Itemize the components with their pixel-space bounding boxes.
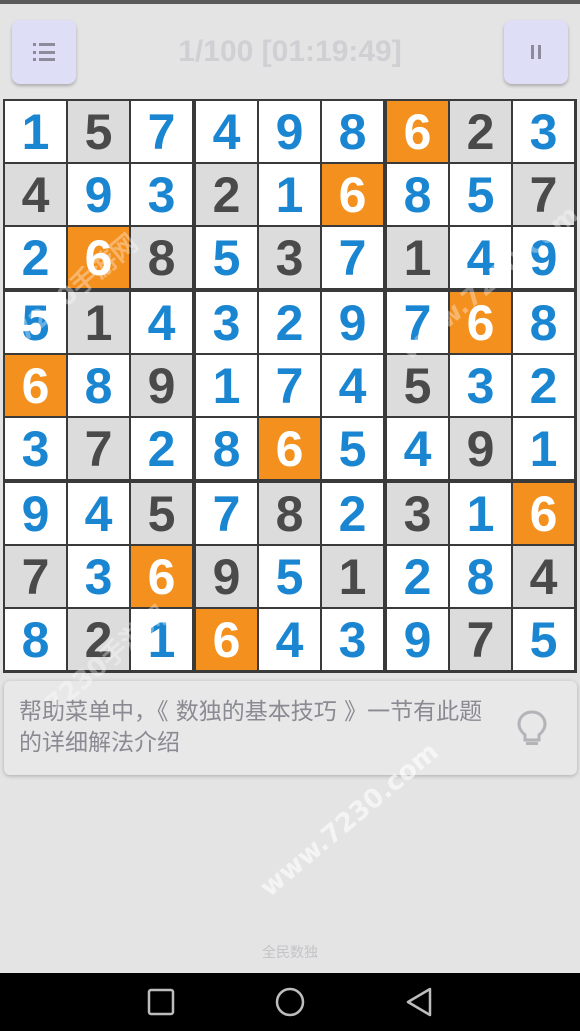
sudoku-cell[interactable]: 1	[322, 546, 383, 607]
sudoku-cell[interactable]: 3	[259, 227, 320, 288]
sudoku-cell[interactable]: 5	[450, 164, 511, 225]
sudoku-cell[interactable]: 2	[387, 546, 448, 607]
sudoku-cell[interactable]: 1	[387, 227, 448, 288]
sudoku-cell[interactable]: 9	[450, 418, 511, 479]
sudoku-cell[interactable]: 6	[322, 164, 383, 225]
sudoku-cell[interactable]: 6	[5, 355, 66, 416]
sudoku-cell[interactable]: 8	[259, 483, 320, 544]
sudoku-cell[interactable]: 7	[387, 292, 448, 353]
sudoku-cell[interactable]: 1	[68, 292, 129, 353]
sudoku-cell[interactable]: 8	[68, 355, 129, 416]
sudoku-cell[interactable]: 8	[387, 164, 448, 225]
sudoku-cell[interactable]: 8	[513, 292, 574, 353]
sudoku-cell[interactable]: 1	[196, 355, 257, 416]
sudoku-cell[interactable]: 7	[259, 355, 320, 416]
square-icon[interactable]	[141, 982, 181, 1022]
sudoku-cell[interactable]: 3	[131, 164, 192, 225]
circle-icon[interactable]	[270, 982, 310, 1022]
sudoku-cell[interactable]: 9	[68, 164, 129, 225]
sudoku-cell[interactable]: 2	[450, 101, 511, 162]
sudoku-cell[interactable]: 7	[196, 483, 257, 544]
sudoku-cell[interactable]: 4	[513, 546, 574, 607]
sudoku-cell[interactable]: 1	[450, 483, 511, 544]
android-nav-bar	[0, 973, 580, 1031]
sudoku-cell[interactable]: 4	[387, 418, 448, 479]
sudoku-cell[interactable]: 2	[259, 292, 320, 353]
sudoku-cell[interactable]: 7	[322, 227, 383, 288]
sudoku-cell[interactable]: 4	[259, 609, 320, 670]
sudoku-cell[interactable]: 1	[131, 609, 192, 670]
hint-panel: 帮助菜单中，《 数独的基本技巧 》一节有此题的详细解法介绍	[4, 681, 577, 775]
sudoku-cell[interactable]: 3	[450, 355, 511, 416]
sudoku-cell[interactable]: 9	[131, 355, 192, 416]
sudoku-cell[interactable]: 6	[387, 101, 448, 162]
sudoku-cell[interactable]: 3	[68, 546, 129, 607]
sudoku-cell[interactable]: 2	[322, 483, 383, 544]
pause-button[interactable]	[504, 20, 568, 84]
sudoku-cell[interactable]: 3	[322, 609, 383, 670]
sudoku-cell[interactable]: 8	[5, 609, 66, 670]
sudoku-cell[interactable]: 3	[5, 418, 66, 479]
triangle-back-icon[interactable]	[399, 982, 439, 1022]
sudoku-cell[interactable]: 6	[450, 292, 511, 353]
sudoku-cell[interactable]: 5	[131, 483, 192, 544]
sudoku-cell[interactable]: 6	[513, 483, 574, 544]
sudoku-cell[interactable]: 9	[259, 101, 320, 162]
menu-icon	[33, 43, 55, 61]
sudoku-cell[interactable]: 7	[68, 418, 129, 479]
sudoku-cell[interactable]: 6	[131, 546, 192, 607]
sudoku-cell[interactable]: 6	[196, 609, 257, 670]
sudoku-cell[interactable]: 3	[513, 101, 574, 162]
app-name-label: 全民数独	[262, 945, 318, 961]
sudoku-cell[interactable]: 8	[131, 227, 192, 288]
sudoku-cell[interactable]: 9	[5, 483, 66, 544]
sudoku-cell[interactable]: 2	[513, 355, 574, 416]
sudoku-cell[interactable]: 2	[196, 164, 257, 225]
sudoku-cell[interactable]: 1	[259, 164, 320, 225]
sudoku-cell[interactable]: 8	[196, 418, 257, 479]
sudoku-cell[interactable]: 3	[196, 292, 257, 353]
pause-icon	[531, 45, 541, 59]
sudoku-cell[interactable]: 9	[387, 609, 448, 670]
sudoku-cell[interactable]: 4	[131, 292, 192, 353]
top-bar: 1/100 [01:19:49]	[0, 4, 580, 98]
sudoku-cell[interactable]: 9	[322, 292, 383, 353]
sudoku-cell[interactable]: 9	[196, 546, 257, 607]
sudoku-cell[interactable]: 3	[387, 483, 448, 544]
sudoku-cell[interactable]: 7	[131, 101, 192, 162]
sudoku-cell[interactable]: 5	[68, 101, 129, 162]
sudoku-cell[interactable]: 2	[5, 227, 66, 288]
sudoku-cell[interactable]: 4	[68, 483, 129, 544]
puzzle-progress-timer: 1/100 [01:19:49]	[178, 35, 402, 68]
sudoku-cell[interactable]: 6	[68, 227, 129, 288]
sudoku-cell[interactable]: 7	[5, 546, 66, 607]
menu-button[interactable]	[12, 20, 76, 84]
hint-text: 帮助菜单中，《 数独的基本技巧 》一节有此题的详细解法介绍	[19, 699, 483, 756]
sudoku-cell[interactable]: 9	[513, 227, 574, 288]
sudoku-cell[interactable]: 7	[450, 609, 511, 670]
sudoku-cell[interactable]: 8	[322, 101, 383, 162]
sudoku-cell[interactable]: 6	[259, 418, 320, 479]
sudoku-cell[interactable]: 7	[513, 164, 574, 225]
sudoku-cell[interactable]: 4	[5, 164, 66, 225]
sudoku-cell[interactable]: 5	[196, 227, 257, 288]
sudoku-cell[interactable]: 1	[5, 101, 66, 162]
sudoku-cell[interactable]: 4	[322, 355, 383, 416]
sudoku-cell[interactable]: 5	[513, 609, 574, 670]
lightbulb-icon[interactable]	[515, 709, 549, 749]
sudoku-cell[interactable]: 5	[259, 546, 320, 607]
sudoku-cell[interactable]: 4	[196, 101, 257, 162]
sudoku-cell[interactable]: 5	[5, 292, 66, 353]
sudoku-cell[interactable]: 2	[68, 609, 129, 670]
sudoku-cell[interactable]: 8	[450, 546, 511, 607]
sudoku-cell[interactable]: 4	[450, 227, 511, 288]
sudoku-cell[interactable]: 5	[387, 355, 448, 416]
sudoku-cell[interactable]: 1	[513, 418, 574, 479]
sudoku-cell[interactable]: 5	[322, 418, 383, 479]
sudoku-board: 1574986234932168572685371495143297686891…	[3, 99, 577, 673]
sudoku-cell[interactable]: 2	[131, 418, 192, 479]
